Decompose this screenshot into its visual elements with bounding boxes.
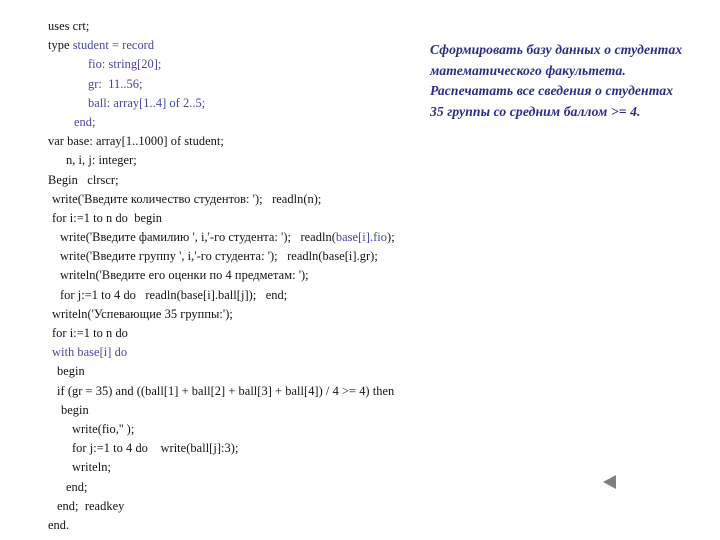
back-navigation-button[interactable]: [598, 470, 622, 494]
code-line: write('Введите количество студентов: ');…: [48, 190, 518, 209]
code-token: Begin clrscr;: [48, 172, 119, 187]
code-token: type: [48, 38, 73, 53]
code-token: end.: [48, 517, 70, 532]
code-line: if (gr = 35) and ((ball[1] + ball[2] + b…: [48, 382, 518, 401]
code-line: write(fio,'' );: [48, 420, 518, 439]
code-token: for j:=1 to 4 do readln(base[i].ball[j])…: [60, 287, 288, 302]
code-token: writeln('Успевающие 35 группы:');: [52, 306, 233, 321]
code-line: writeln;: [48, 458, 518, 477]
code-token: writeln('Введите его оценки по 4 предмет…: [60, 268, 309, 283]
code-line: for i:=1 to n do begin: [48, 209, 518, 228]
code-token-highlight: end;: [74, 114, 96, 129]
code-line: n, i, j: integer;: [48, 151, 518, 170]
code-token-highlight: student = record: [72, 38, 155, 53]
code-token: );: [387, 230, 395, 245]
code-token: write(fio,'' );: [72, 421, 135, 436]
code-token: write('Введите количество студентов: ');…: [52, 191, 322, 206]
code-line: var base: array[1..1000] of student;: [48, 132, 518, 151]
code-token: writeln;: [72, 460, 111, 475]
code-line: for i:=1 to n do: [48, 324, 518, 343]
code-token: var base: array[1..1000] of student;: [48, 134, 224, 149]
code-token: for i:=1 to n do begin: [52, 210, 163, 225]
code-token: n, i, j: integer;: [66, 153, 137, 168]
code-line: for j:=1 to 4 do write(ball[j]:3);: [48, 439, 518, 458]
code-token-highlight: base[i].fio: [335, 230, 388, 245]
code-line: uses crt;: [48, 17, 518, 36]
task-description: Сформировать базу данных о студентах мат…: [430, 42, 683, 119]
code-token: uses crt;: [48, 19, 90, 33]
code-line: begin: [48, 362, 518, 381]
code-line: Begin clrscr;: [48, 171, 518, 190]
code-line: with base[i] do: [48, 343, 518, 362]
code-token: write('Введите группу ', i,'-го студента…: [60, 249, 378, 264]
code-line: end.: [48, 516, 518, 535]
code-token: end; readkey: [57, 498, 125, 513]
code-token: begin: [61, 402, 89, 417]
code-token: end;: [66, 479, 88, 494]
code-line: writeln('Успевающие 35 группы:');: [48, 305, 518, 324]
code-token-highlight: fio: string[20];: [88, 57, 162, 72]
code-token: write('Введите фамилию ', i,'-го студент…: [60, 230, 336, 245]
code-line: write('Введите группу ', i,'-го студента…: [48, 247, 518, 266]
triangle-left-icon: [603, 475, 616, 489]
code-token: if (gr = 35) and ((ball[1] + ball[2] + b…: [57, 383, 395, 398]
code-token: for i:=1 to n do: [52, 326, 128, 340]
code-token: begin: [57, 364, 85, 379]
code-line: begin: [48, 401, 518, 420]
code-line: writeln('Введите его оценки по 4 предмет…: [48, 266, 518, 285]
code-line: write('Введите фамилию ', i,'-го студент…: [48, 228, 518, 247]
code-token-highlight: with base[i] do: [52, 345, 128, 360]
code-token-highlight: ball: array[1..4] of 2..5;: [88, 95, 206, 110]
code-token-highlight: gr: 11..56;: [88, 76, 143, 91]
code-token: for j:=1 to 4 do write(ball[j]:3);: [72, 441, 239, 456]
code-line: for j:=1 to 4 do readln(base[i].ball[j])…: [48, 286, 518, 305]
slide-canvas: uses crt; type student = record fio: strin…: [0, 0, 720, 540]
code-line: end;: [48, 478, 518, 497]
code-line: end; readkey: [48, 497, 518, 516]
